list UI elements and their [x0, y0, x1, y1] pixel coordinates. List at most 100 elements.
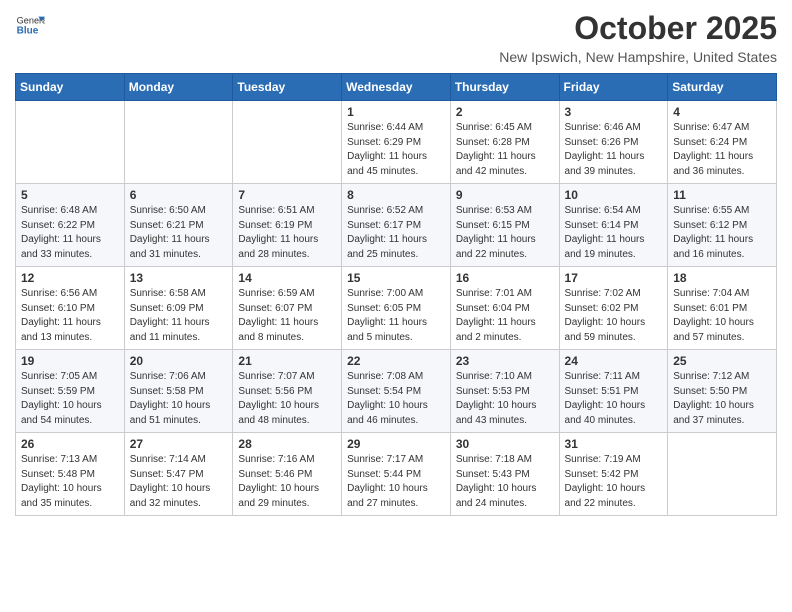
weekday-header-saturday: Saturday — [668, 74, 777, 101]
weekday-header-friday: Friday — [559, 74, 668, 101]
calendar-cell: 27 Sunrise: 7:14 AMSunset: 5:47 PMDaylig… — [124, 433, 233, 516]
calendar-cell: 15 Sunrise: 7:00 AMSunset: 6:05 PMDaylig… — [342, 267, 451, 350]
weekday-header-thursday: Thursday — [450, 74, 559, 101]
day-info: Sunrise: 7:08 AMSunset: 5:54 PMDaylight:… — [347, 370, 445, 428]
day-info: Sunrise: 6:54 AMSunset: 6:14 PMDaylight:… — [565, 204, 663, 262]
week-row-4: 26 Sunrise: 7:13 AMSunset: 5:48 PMDaylig… — [16, 433, 777, 516]
week-row-1: 5 Sunrise: 6:48 AMSunset: 6:22 PMDayligh… — [16, 184, 777, 267]
day-number: 24 — [565, 354, 663, 368]
day-info: Sunrise: 6:58 AMSunset: 6:09 PMDaylight:… — [130, 287, 228, 345]
day-number: 27 — [130, 437, 228, 451]
day-info: Sunrise: 7:13 AMSunset: 5:48 PMDaylight:… — [21, 453, 119, 511]
logo-icon: General Blue — [15, 10, 45, 40]
calendar-cell: 11 Sunrise: 6:55 AMSunset: 6:12 PMDaylig… — [668, 184, 777, 267]
day-number: 20 — [130, 354, 228, 368]
day-number: 15 — [347, 271, 445, 285]
calendar-cell: 31 Sunrise: 7:19 AMSunset: 5:42 PMDaylig… — [559, 433, 668, 516]
day-number: 18 — [673, 271, 771, 285]
day-info: Sunrise: 6:46 AMSunset: 6:26 PMDaylight:… — [565, 121, 663, 179]
day-number: 9 — [456, 188, 554, 202]
day-number: 8 — [347, 188, 445, 202]
day-number: 3 — [565, 105, 663, 119]
day-number: 13 — [130, 271, 228, 285]
day-number: 12 — [21, 271, 119, 285]
calendar-table: SundayMondayTuesdayWednesdayThursdayFrid… — [15, 73, 777, 516]
calendar-cell — [124, 101, 233, 184]
weekday-header-row: SundayMondayTuesdayWednesdayThursdayFrid… — [16, 74, 777, 101]
day-number: 14 — [238, 271, 336, 285]
calendar-cell: 13 Sunrise: 6:58 AMSunset: 6:09 PMDaylig… — [124, 267, 233, 350]
day-info: Sunrise: 7:07 AMSunset: 5:56 PMDaylight:… — [238, 370, 336, 428]
calendar-cell: 16 Sunrise: 7:01 AMSunset: 6:04 PMDaylig… — [450, 267, 559, 350]
calendar-cell: 1 Sunrise: 6:44 AMSunset: 6:29 PMDayligh… — [342, 101, 451, 184]
day-info: Sunrise: 7:12 AMSunset: 5:50 PMDaylight:… — [673, 370, 771, 428]
calendar-cell: 30 Sunrise: 7:18 AMSunset: 5:43 PMDaylig… — [450, 433, 559, 516]
day-number: 11 — [673, 188, 771, 202]
title-area: October 2025 New Ipswich, New Hampshire,… — [499, 10, 777, 65]
day-info: Sunrise: 6:45 AMSunset: 6:28 PMDaylight:… — [456, 121, 554, 179]
calendar-cell: 6 Sunrise: 6:50 AMSunset: 6:21 PMDayligh… — [124, 184, 233, 267]
day-info: Sunrise: 7:18 AMSunset: 5:43 PMDaylight:… — [456, 453, 554, 511]
day-number: 25 — [673, 354, 771, 368]
day-number: 6 — [130, 188, 228, 202]
day-info: Sunrise: 6:56 AMSunset: 6:10 PMDaylight:… — [21, 287, 119, 345]
calendar-cell: 8 Sunrise: 6:52 AMSunset: 6:17 PMDayligh… — [342, 184, 451, 267]
day-number: 30 — [456, 437, 554, 451]
day-info: Sunrise: 7:16 AMSunset: 5:46 PMDaylight:… — [238, 453, 336, 511]
calendar-cell: 28 Sunrise: 7:16 AMSunset: 5:46 PMDaylig… — [233, 433, 342, 516]
weekday-header-monday: Monday — [124, 74, 233, 101]
day-number: 1 — [347, 105, 445, 119]
week-row-0: 1 Sunrise: 6:44 AMSunset: 6:29 PMDayligh… — [16, 101, 777, 184]
calendar-cell: 26 Sunrise: 7:13 AMSunset: 5:48 PMDaylig… — [16, 433, 125, 516]
day-info: Sunrise: 7:10 AMSunset: 5:53 PMDaylight:… — [456, 370, 554, 428]
calendar-cell — [16, 101, 125, 184]
day-info: Sunrise: 6:53 AMSunset: 6:15 PMDaylight:… — [456, 204, 554, 262]
calendar-cell: 2 Sunrise: 6:45 AMSunset: 6:28 PMDayligh… — [450, 101, 559, 184]
calendar-cell: 5 Sunrise: 6:48 AMSunset: 6:22 PMDayligh… — [16, 184, 125, 267]
day-info: Sunrise: 7:01 AMSunset: 6:04 PMDaylight:… — [456, 287, 554, 345]
day-number: 17 — [565, 271, 663, 285]
day-info: Sunrise: 6:47 AMSunset: 6:24 PMDaylight:… — [673, 121, 771, 179]
day-number: 21 — [238, 354, 336, 368]
day-number: 22 — [347, 354, 445, 368]
day-number: 19 — [21, 354, 119, 368]
month-title: October 2025 — [499, 10, 777, 47]
calendar-cell — [668, 433, 777, 516]
calendar-cell: 18 Sunrise: 7:04 AMSunset: 6:01 PMDaylig… — [668, 267, 777, 350]
day-info: Sunrise: 7:19 AMSunset: 5:42 PMDaylight:… — [565, 453, 663, 511]
page-header: General Blue October 2025 New Ipswich, N… — [15, 10, 777, 65]
day-number: 10 — [565, 188, 663, 202]
day-info: Sunrise: 6:59 AMSunset: 6:07 PMDaylight:… — [238, 287, 336, 345]
day-info: Sunrise: 7:02 AMSunset: 6:02 PMDaylight:… — [565, 287, 663, 345]
weekday-header-tuesday: Tuesday — [233, 74, 342, 101]
calendar-cell: 21 Sunrise: 7:07 AMSunset: 5:56 PMDaylig… — [233, 350, 342, 433]
day-number: 28 — [238, 437, 336, 451]
day-info: Sunrise: 7:14 AMSunset: 5:47 PMDaylight:… — [130, 453, 228, 511]
day-info: Sunrise: 6:48 AMSunset: 6:22 PMDaylight:… — [21, 204, 119, 262]
location-title: New Ipswich, New Hampshire, United State… — [499, 49, 777, 65]
week-row-3: 19 Sunrise: 7:05 AMSunset: 5:59 PMDaylig… — [16, 350, 777, 433]
week-row-2: 12 Sunrise: 6:56 AMSunset: 6:10 PMDaylig… — [16, 267, 777, 350]
day-number: 4 — [673, 105, 771, 119]
calendar-cell: 10 Sunrise: 6:54 AMSunset: 6:14 PMDaylig… — [559, 184, 668, 267]
calendar-cell: 3 Sunrise: 6:46 AMSunset: 6:26 PMDayligh… — [559, 101, 668, 184]
calendar-cell — [233, 101, 342, 184]
calendar-cell: 20 Sunrise: 7:06 AMSunset: 5:58 PMDaylig… — [124, 350, 233, 433]
day-info: Sunrise: 7:11 AMSunset: 5:51 PMDaylight:… — [565, 370, 663, 428]
day-info: Sunrise: 6:44 AMSunset: 6:29 PMDaylight:… — [347, 121, 445, 179]
day-info: Sunrise: 6:55 AMSunset: 6:12 PMDaylight:… — [673, 204, 771, 262]
calendar-cell: 19 Sunrise: 7:05 AMSunset: 5:59 PMDaylig… — [16, 350, 125, 433]
day-info: Sunrise: 7:00 AMSunset: 6:05 PMDaylight:… — [347, 287, 445, 345]
calendar-cell: 12 Sunrise: 6:56 AMSunset: 6:10 PMDaylig… — [16, 267, 125, 350]
calendar-cell: 25 Sunrise: 7:12 AMSunset: 5:50 PMDaylig… — [668, 350, 777, 433]
calendar-cell: 22 Sunrise: 7:08 AMSunset: 5:54 PMDaylig… — [342, 350, 451, 433]
day-info: Sunrise: 7:06 AMSunset: 5:58 PMDaylight:… — [130, 370, 228, 428]
calendar-cell: 23 Sunrise: 7:10 AMSunset: 5:53 PMDaylig… — [450, 350, 559, 433]
day-number: 2 — [456, 105, 554, 119]
day-info: Sunrise: 6:52 AMSunset: 6:17 PMDaylight:… — [347, 204, 445, 262]
svg-text:Blue: Blue — [17, 25, 39, 36]
calendar-cell: 29 Sunrise: 7:17 AMSunset: 5:44 PMDaylig… — [342, 433, 451, 516]
day-info: Sunrise: 7:05 AMSunset: 5:59 PMDaylight:… — [21, 370, 119, 428]
day-number: 26 — [21, 437, 119, 451]
day-number: 5 — [21, 188, 119, 202]
